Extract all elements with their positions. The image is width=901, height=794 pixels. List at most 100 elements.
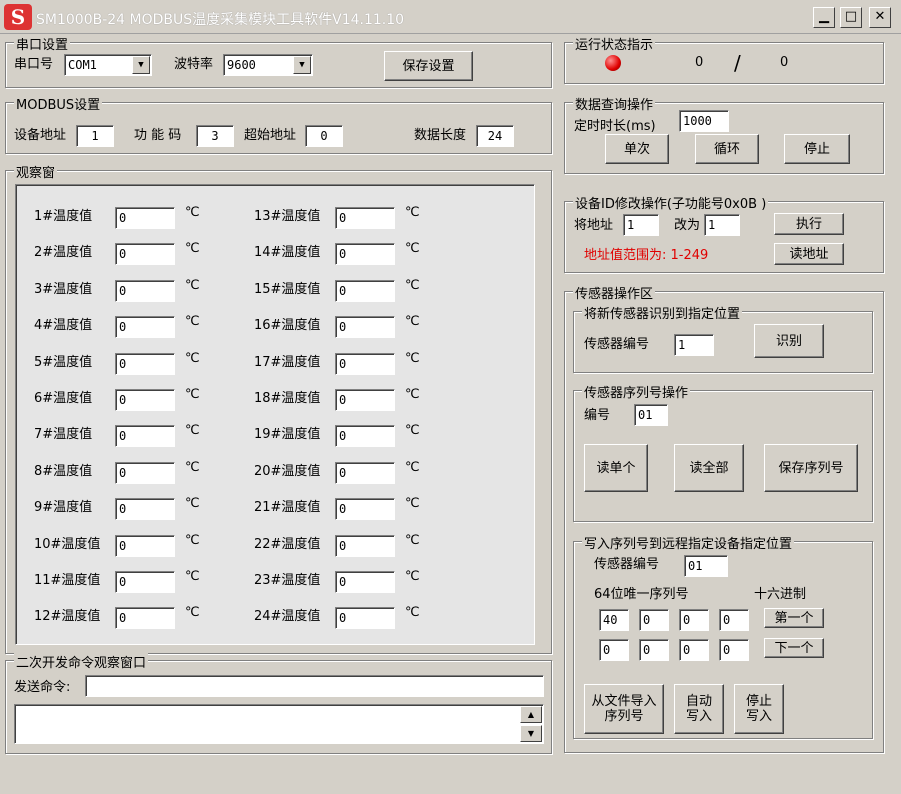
- read-addr-button[interactable]: 读地址: [774, 243, 844, 265]
- write-sensor-no-input[interactable]: 01: [684, 555, 728, 577]
- first-button[interactable]: 第一个: [764, 608, 824, 628]
- start-addr-input[interactable]: 0: [305, 125, 343, 147]
- temp-label: 9#温度值: [34, 500, 93, 515]
- status-count-left: 0: [695, 55, 704, 70]
- temp-label: 16#温度值: [254, 318, 321, 333]
- temp-value-input[interactable]: 0: [335, 280, 395, 302]
- status-led-icon: [605, 55, 621, 71]
- celsius-unit: ℃: [405, 278, 420, 293]
- temp-label: 21#温度值: [254, 500, 321, 515]
- temp-label: 3#温度值: [34, 282, 93, 297]
- temp-value-input[interactable]: 0: [335, 607, 395, 629]
- temp-label: 14#温度值: [254, 245, 321, 260]
- new-addr-input[interactable]: 1: [704, 214, 740, 236]
- temp-label: 19#温度值: [254, 427, 321, 442]
- auto-write-label-2: 写入: [685, 709, 712, 724]
- identify-button[interactable]: 识别: [754, 324, 824, 358]
- temp-value-input[interactable]: 0: [115, 498, 175, 520]
- import-serial-button[interactable]: 从文件导入 序列号: [584, 684, 664, 734]
- temp-value-input[interactable]: 0: [335, 316, 395, 338]
- celsius-unit: ℃: [405, 241, 420, 256]
- uid-byte-input[interactable]: 40: [599, 609, 629, 631]
- temp-value-input[interactable]: 0: [115, 462, 175, 484]
- identify-title: 将新传感器识别到指定位置: [582, 303, 743, 322]
- temp-label: 5#温度值: [34, 355, 93, 370]
- stop-query-button[interactable]: 停止: [784, 134, 850, 164]
- celsius-unit: ℃: [405, 569, 420, 584]
- uid-byte-input[interactable]: 0: [639, 609, 669, 631]
- temp-value-input[interactable]: 0: [115, 353, 175, 375]
- temp-label: 7#温度值: [34, 427, 93, 442]
- chevron-down-icon[interactable]: ▼: [293, 56, 311, 74]
- chevron-down-icon[interactable]: ▼: [132, 56, 150, 74]
- save-settings-button[interactable]: 保存设置: [384, 51, 473, 81]
- status-count-right: 0: [780, 55, 789, 70]
- port-select[interactable]: COM1 ▼: [64, 54, 152, 76]
- minimize-button[interactable]: ▁: [813, 7, 835, 28]
- data-length-label: 数据长度: [414, 128, 467, 143]
- temp-value-input[interactable]: 0: [115, 389, 175, 411]
- temp-label: 15#温度值: [254, 282, 321, 297]
- uid-byte-input[interactable]: 0: [679, 639, 709, 661]
- temp-label: 20#温度值: [254, 464, 321, 479]
- scroll-down-icon[interactable]: ▼: [520, 725, 542, 742]
- old-addr-input[interactable]: 1: [623, 214, 659, 236]
- uid-byte-input[interactable]: 0: [599, 639, 629, 661]
- temp-value-input[interactable]: 0: [115, 207, 175, 229]
- read-all-button[interactable]: 读全部: [674, 444, 744, 492]
- celsius-unit: ℃: [185, 423, 200, 438]
- command-log-textarea[interactable]: [14, 704, 544, 744]
- temp-label: 2#温度值: [34, 245, 93, 260]
- temp-value-input[interactable]: 0: [115, 607, 175, 629]
- next-button[interactable]: 下一个: [764, 638, 824, 658]
- interval-input[interactable]: 1000: [679, 110, 729, 132]
- func-code-input[interactable]: 3: [196, 125, 234, 147]
- celsius-unit: ℃: [185, 387, 200, 402]
- loop-query-button[interactable]: 循环: [695, 134, 759, 164]
- interval-label: 定时时长(ms): [574, 119, 656, 134]
- temp-label: 6#温度值: [34, 391, 93, 406]
- celsius-unit: ℃: [405, 533, 420, 548]
- single-query-button[interactable]: 单次: [605, 134, 669, 164]
- save-serial-button[interactable]: 保存序列号: [764, 444, 858, 492]
- close-button[interactable]: ✕: [869, 7, 891, 28]
- temp-value-input[interactable]: 0: [335, 425, 395, 447]
- temp-value-input[interactable]: 0: [335, 498, 395, 520]
- uid-byte-input[interactable]: 0: [719, 609, 749, 631]
- temp-value-input[interactable]: 0: [335, 243, 395, 265]
- celsius-unit: ℃: [185, 241, 200, 256]
- stop-write-button[interactable]: 停止 写入: [734, 684, 784, 734]
- temp-label: 13#温度值: [254, 209, 321, 224]
- temp-value-input[interactable]: 0: [115, 243, 175, 265]
- uid-byte-input[interactable]: 0: [679, 609, 709, 631]
- identify-sensor-no-input[interactable]: 1: [674, 334, 714, 356]
- baud-select[interactable]: 9600 ▼: [223, 54, 313, 76]
- temp-label: 8#温度值: [34, 464, 93, 479]
- temp-value-input[interactable]: 0: [115, 425, 175, 447]
- addr-label: 将地址: [574, 218, 614, 233]
- temp-value-input[interactable]: 0: [335, 207, 395, 229]
- uid-byte-input[interactable]: 0: [639, 639, 669, 661]
- temp-value-input[interactable]: 0: [115, 535, 175, 557]
- temp-value-input[interactable]: 0: [335, 571, 395, 593]
- celsius-unit: ℃: [185, 496, 200, 511]
- send-command-input[interactable]: [85, 675, 544, 697]
- maximize-button[interactable]: □: [840, 7, 862, 28]
- temp-value-input[interactable]: 0: [335, 462, 395, 484]
- read-one-button[interactable]: 读单个: [584, 444, 648, 492]
- temp-value-input[interactable]: 0: [115, 571, 175, 593]
- scroll-up-icon[interactable]: ▲: [520, 706, 542, 723]
- stop-write-label-2: 写入: [745, 709, 772, 724]
- temp-value-input[interactable]: 0: [335, 389, 395, 411]
- execute-button[interactable]: 执行: [774, 213, 844, 235]
- auto-write-button[interactable]: 自动 写入: [674, 684, 724, 734]
- serial-no-input[interactable]: 01: [634, 404, 668, 426]
- temp-value-input[interactable]: 0: [115, 316, 175, 338]
- uid-byte-input[interactable]: 0: [719, 639, 749, 661]
- device-addr-input[interactable]: 1: [76, 125, 114, 147]
- temp-value-input[interactable]: 0: [115, 280, 175, 302]
- temp-value-input[interactable]: 0: [335, 353, 395, 375]
- data-length-input[interactable]: 24: [476, 125, 514, 147]
- temp-value-input[interactable]: 0: [335, 535, 395, 557]
- change-to-label: 改为: [674, 218, 701, 233]
